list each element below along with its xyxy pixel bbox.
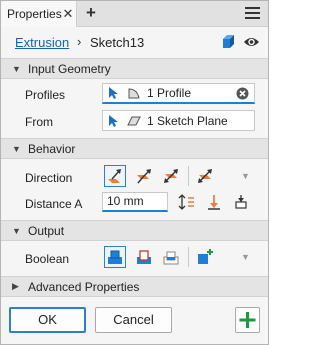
intersect-icon [163, 251, 179, 265]
intersect-button[interactable] [160, 246, 182, 268]
toolbar-divider [188, 247, 189, 267]
breadcrumb: Extrusion › Sketch13 [1, 28, 268, 57]
from-label: From [25, 115, 53, 129]
tab-label: Properties [7, 7, 62, 21]
join-button[interactable] [104, 246, 126, 268]
profiles-label: Profiles [25, 88, 66, 102]
breadcrumb-separator: › [77, 34, 82, 49]
section-behavior[interactable]: ▼ Behavior [1, 138, 268, 159]
direction-flipped-button[interactable] [133, 165, 155, 187]
section-title: Advanced Properties [28, 279, 140, 294]
flip-icon [178, 194, 194, 210]
profiles-value: 1 Profile [147, 86, 192, 100]
chevron-down-icon[interactable]: ▼ [241, 252, 250, 262]
measure-icon [208, 195, 220, 210]
direction-asymmetric-icon [198, 169, 212, 183]
plus-icon[interactable]: + [83, 4, 99, 22]
distance-input[interactable]: 10 mm [102, 192, 168, 212]
direction-default-button[interactable] [104, 165, 126, 187]
title-bar: Properties ✕ + [1, 1, 268, 27]
collapse-arrow-icon: ▼ [12, 225, 21, 236]
eye-icon[interactable] [243, 35, 260, 49]
new-solid-icon [198, 249, 213, 264]
direction-symmetric-icon [164, 169, 178, 183]
direction-default-icon [108, 169, 121, 183]
profiles-selector[interactable]: 1 Profile [102, 83, 255, 104]
chevron-down-icon[interactable]: ▼ [241, 171, 250, 181]
cut-icon [137, 250, 151, 264]
join-icon [108, 250, 122, 264]
menu-icon[interactable] [245, 7, 260, 21]
close-icon[interactable]: ✕ [61, 6, 75, 22]
breadcrumb-extrusion-link[interactable]: Extrusion [15, 35, 69, 50]
taper-button[interactable] [230, 191, 252, 213]
cut-button[interactable] [133, 246, 155, 268]
breadcrumb-current: Sketch13 [90, 35, 145, 50]
section-title: Input Geometry [28, 61, 111, 76]
new-solid-button[interactable] [194, 246, 216, 268]
section-output[interactable]: ▼ Output [1, 220, 268, 241]
direction-flipped-icon [137, 169, 151, 184]
direction-asymmetric-button[interactable] [194, 165, 216, 187]
section-title: Behavior [28, 141, 76, 156]
collapse-arrow-icon: ▼ [12, 143, 21, 154]
section-advanced-properties[interactable]: ▶ Advanced Properties [1, 276, 268, 297]
collapse-arrow-icon: ▼ [12, 63, 21, 74]
taper-icon [235, 195, 247, 209]
expand-arrow-icon: ▶ [12, 281, 19, 291]
from-selector[interactable]: 1 Sketch Plane [102, 110, 255, 131]
properties-panel: Properties ✕ + Extrusion › Sketch13 ▼ In… [0, 0, 269, 345]
distance-label: Distance A [25, 197, 83, 211]
profile-icon [128, 88, 140, 99]
section-title: Output [28, 223, 65, 238]
boolean-label: Boolean [25, 252, 70, 266]
direction-label: Direction [25, 171, 73, 185]
flip-button[interactable] [176, 191, 198, 213]
cursor-icon [109, 114, 118, 127]
plane-icon [127, 116, 141, 125]
add-icon [239, 312, 256, 328]
cancel-button[interactable]: Cancel [95, 307, 172, 333]
measure-button[interactable] [203, 191, 225, 213]
section-input-geometry[interactable]: ▼ Input Geometry [1, 58, 268, 79]
cube-icon[interactable] [221, 34, 237, 50]
ok-button[interactable]: OK [9, 307, 86, 333]
from-value: 1 Sketch Plane [147, 113, 228, 128]
add-button[interactable] [235, 307, 260, 333]
cursor-icon [109, 87, 118, 99]
toolbar-divider [188, 166, 189, 186]
clear-icon[interactable] [236, 87, 249, 100]
direction-symmetric-button[interactable] [160, 165, 182, 187]
